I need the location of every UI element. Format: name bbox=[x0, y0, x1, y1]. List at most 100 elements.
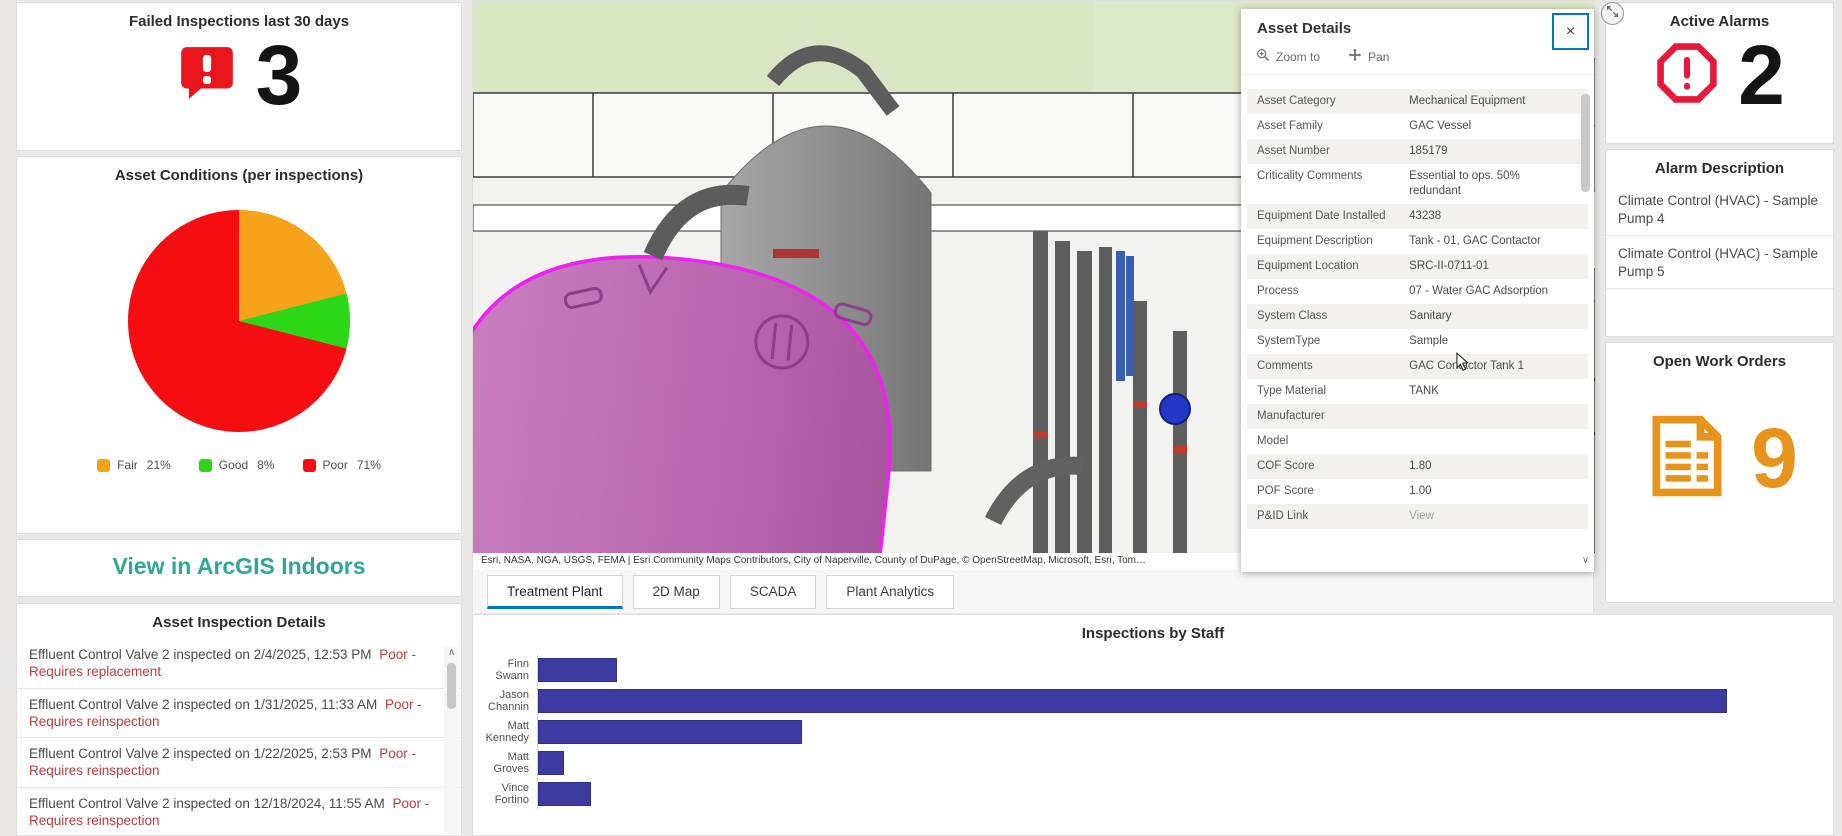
zoom-to-label: Zoom to bbox=[1276, 49, 1321, 64]
view-in-arcgis-indoors-link[interactable]: View in ArcGIS Indoors bbox=[17, 553, 461, 580]
legend-label: Poor bbox=[322, 458, 348, 472]
inspection-text: Effluent Control Valve 2 inspected on 12… bbox=[29, 795, 385, 811]
attribute-value: Mechanical Equipment bbox=[1409, 95, 1526, 107]
bar-track bbox=[537, 778, 1833, 809]
attribute-label: Type Material bbox=[1257, 385, 1327, 397]
attribute-row: Manufacturer bbox=[1247, 404, 1588, 429]
attribute-label: Asset Family bbox=[1257, 120, 1323, 132]
open-work-orders-title: Open Work Orders bbox=[1652, 353, 1787, 370]
attribute-label: Model bbox=[1257, 435, 1289, 447]
popup-toolbar: Zoom to Pan bbox=[1241, 39, 1594, 75]
list-item[interactable]: Climate Control (HVAC) - Sample Pump 5 bbox=[1606, 236, 1833, 290]
attribute-label: Asset Category bbox=[1257, 95, 1336, 107]
indoors-link-panel: View in ArcGIS Indoors bbox=[16, 539, 462, 597]
bar-row[interactable]: Jason Channin bbox=[473, 685, 1833, 716]
asset-details-popup: Asset Details × Zoom to Pan Asset Catego… bbox=[1241, 9, 1594, 572]
attribute-row: Model bbox=[1247, 429, 1588, 454]
attribute-value: 07 - Water GAC Adsorption bbox=[1409, 285, 1549, 297]
attribute-value[interactable]: View bbox=[1409, 509, 1574, 524]
list-item[interactable]: Effluent Control Valve 2 inspected on 2/… bbox=[17, 639, 461, 689]
bar-track bbox=[537, 716, 1833, 747]
legend-item[interactable]: Poor 71% bbox=[302, 458, 381, 472]
attribute-label: Asset Number bbox=[1257, 145, 1330, 157]
bar[interactable] bbox=[538, 750, 565, 775]
scrollbar-thumb[interactable] bbox=[1581, 94, 1590, 192]
attribute-row: Equipment Location SRC-II-0711-01 bbox=[1247, 254, 1588, 279]
list-item[interactable]: Effluent Control Valve 2 inspected on 1/… bbox=[17, 738, 461, 788]
inspections-by-staff-title: Inspections by Staff bbox=[1081, 625, 1225, 642]
legend-percent: 8% bbox=[257, 458, 275, 472]
attribute-label: Equipment Location bbox=[1257, 260, 1359, 272]
bar-row[interactable]: Finn Swann bbox=[473, 654, 1833, 685]
list-item[interactable]: Climate Control (HVAC) - Sample Pump 4 bbox=[1606, 183, 1833, 237]
attribute-row: P&ID Link View bbox=[1247, 504, 1588, 529]
tab-2d-map[interactable]: 2D Map bbox=[632, 575, 720, 609]
expand-arrows-icon bbox=[1606, 5, 1619, 23]
list-scrollbar[interactable]: ∧ bbox=[444, 646, 459, 834]
list-item[interactable]: Effluent Control Valve 2 inspected on 1/… bbox=[17, 689, 461, 739]
bar-track bbox=[537, 685, 1833, 716]
attribute-row: Asset Category Mechanical Equipment bbox=[1247, 89, 1588, 114]
asset-conditions-panel: Asset Conditions (per inspections) Fair … bbox=[16, 156, 462, 534]
pan-label: Pan bbox=[1368, 49, 1390, 64]
active-alarms-panel: Active Alarms 2 bbox=[1605, 2, 1834, 144]
attribute-label: P&ID Link bbox=[1257, 510, 1309, 522]
asset-conditions-title: Asset Conditions (per inspections) bbox=[114, 167, 364, 184]
bar[interactable] bbox=[538, 781, 591, 806]
expand-panel-button[interactable] bbox=[1601, 2, 1624, 25]
legend-swatch bbox=[302, 458, 316, 472]
bar-track bbox=[537, 747, 1833, 778]
attribute-row: Equipment Description Tank - 01, GAC Con… bbox=[1247, 229, 1588, 254]
attribute-value: GAC Vessel bbox=[1409, 120, 1472, 132]
attribute-value: 185179 bbox=[1409, 145, 1448, 157]
legend-percent: 71% bbox=[356, 458, 381, 472]
scrollbar-thumb[interactable] bbox=[447, 663, 456, 709]
bar-row[interactable]: Matt Groves bbox=[473, 747, 1833, 778]
list-item[interactable]: Effluent Control Valve 2 inspected on 12… bbox=[17, 788, 461, 835]
asset-inspection-details-title: Asset Inspection Details bbox=[152, 614, 326, 631]
bar-row[interactable]: Matt Kennedy bbox=[473, 716, 1833, 747]
legend-swatch bbox=[198, 458, 212, 472]
alarm-description-title: Alarm Description bbox=[1654, 160, 1785, 177]
close-button[interactable]: × bbox=[1552, 13, 1589, 50]
open-work-orders-panel: Open Work Orders 9 bbox=[1605, 342, 1834, 603]
inspections-by-staff-panel: Inspections by Staff Finn Swann Jason Ch… bbox=[472, 614, 1834, 836]
close-icon: × bbox=[1565, 22, 1576, 40]
attribute-label: Comments bbox=[1257, 360, 1313, 372]
dashboard: { "theme": { "accent_blue": "#0079c1", "… bbox=[0, 0, 1842, 836]
attribute-row: Type Material TANK bbox=[1247, 379, 1588, 404]
bar[interactable] bbox=[538, 688, 1728, 713]
inspection-list: Effluent Control Valve 2 inspected on 2/… bbox=[17, 639, 461, 835]
tab-label: Treatment Plant bbox=[507, 584, 603, 599]
work-order-document-icon bbox=[1641, 410, 1733, 507]
asset-conditions-pie[interactable] bbox=[128, 210, 350, 432]
tab-plant-analytics[interactable]: Plant Analytics bbox=[826, 575, 955, 609]
legend-label: Fair bbox=[117, 458, 138, 472]
tab-treatment-plant[interactable]: Treatment Plant bbox=[487, 575, 623, 609]
zoom-to-button[interactable]: Zoom to bbox=[1256, 48, 1320, 65]
attribute-row: Asset Family GAC Vessel bbox=[1247, 114, 1588, 139]
attribute-row: Criticality Comments Essential to ops. 5… bbox=[1247, 164, 1588, 204]
scroll-down-icon[interactable]: ∨ bbox=[1578, 554, 1593, 568]
tab-scada[interactable]: SCADA bbox=[729, 575, 817, 609]
bar[interactable] bbox=[538, 657, 618, 682]
legend-item[interactable]: Good 8% bbox=[198, 458, 275, 472]
scroll-up-icon[interactable]: ∧ bbox=[444, 646, 459, 660]
attribute-label: Manufacturer bbox=[1257, 410, 1325, 422]
legend-item[interactable]: Fair 21% bbox=[97, 458, 171, 472]
tab-label: 2D Map bbox=[652, 584, 700, 599]
bar-track bbox=[537, 654, 1833, 685]
attribute-value: 1.00 bbox=[1409, 485, 1432, 497]
attribute-value bbox=[1409, 434, 1574, 449]
bar[interactable] bbox=[538, 719, 803, 744]
attribute-label: System Class bbox=[1257, 310, 1328, 322]
attribute-row: COF Score 1.80 bbox=[1247, 454, 1588, 479]
attribute-value bbox=[1409, 409, 1574, 424]
attribute-value: Sanitary bbox=[1409, 310, 1452, 322]
pan-button[interactable]: Pan bbox=[1348, 48, 1389, 65]
attribute-value: 43238 bbox=[1409, 210, 1442, 222]
attribute-row: SystemType Sample bbox=[1247, 329, 1588, 354]
move-arrows-icon bbox=[1348, 48, 1362, 65]
popup-scrollbar[interactable]: ∨ bbox=[1578, 91, 1593, 568]
bar-row[interactable]: Vince Fortino bbox=[473, 778, 1833, 809]
